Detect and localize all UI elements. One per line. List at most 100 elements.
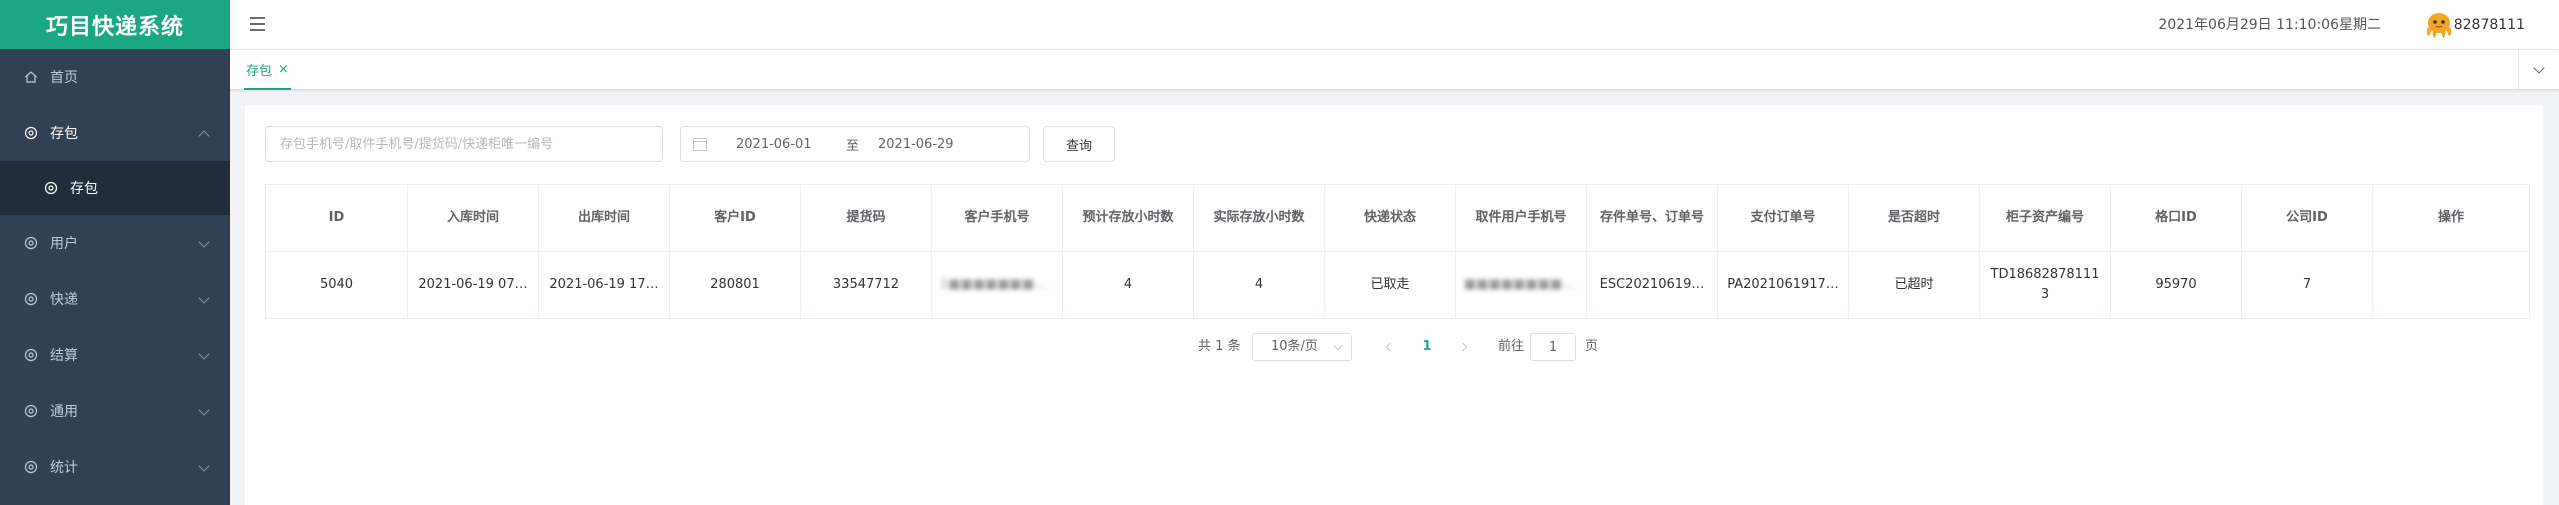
gear-icon	[24, 292, 38, 306]
sidebar-subitem-storage[interactable]: 存包	[0, 161, 230, 215]
column-header: 提货码	[800, 184, 932, 252]
date-end[interactable]: 2021-06-29	[878, 137, 954, 152]
chevron-down-icon	[198, 460, 210, 472]
search-input[interactable]	[265, 126, 663, 162]
table-cell: 2021-06-19 07…	[407, 251, 539, 319]
column-header: 入库时间	[407, 184, 539, 252]
octopus-avatar-icon[interactable]	[2423, 10, 2455, 40]
gear-icon	[44, 181, 58, 195]
table-cell-actions	[2372, 251, 2530, 319]
close-icon[interactable]: ×	[278, 62, 289, 77]
tags-view: 存包 ×	[230, 50, 2559, 90]
table-cell: 33547712	[800, 251, 932, 319]
page-size-value: 10条/页	[1271, 339, 1318, 354]
sidebar-item-label: 存包	[50, 126, 78, 142]
sidebar-item-express[interactable]: 快递	[0, 271, 230, 327]
date-range-picker[interactable]: 2021-06-01 至 2021-06-29	[680, 126, 1030, 162]
column-header: 格口ID	[2110, 184, 2242, 252]
table-cell: ■■■■■■■■■■■	[1455, 251, 1587, 319]
next-page-button[interactable]	[1453, 333, 1473, 361]
column-header: 预计存放小时数	[1062, 184, 1194, 252]
tags-dropdown-button[interactable]	[2518, 50, 2559, 89]
hamburger-menu-icon[interactable]	[250, 17, 265, 31]
date-separator: 至	[846, 138, 860, 154]
column-header: 是否超时	[1848, 184, 1980, 252]
sidebar-item-statistics[interactable]: 统计	[0, 439, 230, 495]
table-cell: 4	[1193, 251, 1325, 319]
sidebar-item-label: 快递	[50, 292, 78, 308]
table-cell: 已取走	[1324, 251, 1456, 319]
gear-icon	[24, 126, 38, 140]
username[interactable]: 82878111	[2454, 0, 2525, 50]
table-cell: 1■■■■■■■■■■	[931, 251, 1063, 319]
goto-page-input[interactable]	[1530, 333, 1576, 361]
table-cell: 已超时	[1848, 251, 1980, 319]
table-cell: 5040	[265, 251, 408, 319]
sidebar-item-label: 统计	[50, 460, 78, 476]
table-cell: TD186828781113	[1979, 251, 2111, 319]
column-header: 存件单号、订单号	[1586, 184, 1718, 252]
sidebar-item-storage[interactable]: 存包	[0, 105, 230, 161]
date-start[interactable]: 2021-06-01	[736, 137, 812, 152]
column-header: 操作	[2372, 184, 2530, 252]
table-cell: 95970	[2110, 251, 2242, 319]
chevron-down-icon	[198, 348, 210, 360]
sidebar: 巧目快递系统 首页 存包 存包 用户 快递 结算 通用 统计	[0, 0, 230, 505]
pagination: 共 1 条 10条/页 1 前往 页	[245, 333, 2543, 361]
main-content: 2021-06-01 至 2021-06-29 查询 ID 入库时间 出库时间 …	[245, 105, 2543, 505]
gear-icon	[24, 348, 38, 362]
app-logo-title: 巧目快递系统	[0, 0, 230, 49]
tag-label: 存包	[246, 63, 273, 79]
column-header: 取件用户手机号	[1455, 184, 1587, 252]
gear-icon	[24, 460, 38, 474]
sidebar-item-label: 通用	[50, 404, 78, 420]
column-header: 客户手机号	[931, 184, 1063, 252]
table-row: 5040 2021-06-19 07… 2021-06-19 17… 28080…	[265, 251, 2530, 319]
sidebar-item-users[interactable]: 用户	[0, 215, 230, 271]
chevron-down-icon	[1333, 341, 1343, 351]
sidebar-item-general[interactable]: 通用	[0, 383, 230, 439]
masked-phone: 1■■■■■■■■■■	[940, 277, 1054, 292]
chevron-down-icon	[198, 404, 210, 416]
masked-phone: ■■■■■■■■■■■	[1464, 277, 1578, 292]
tag-storage[interactable]: 存包 ×	[244, 50, 291, 90]
storage-table: ID 入库时间 出库时间 客户ID 提货码 客户手机号 预计存放小时数 实际存放…	[265, 184, 2530, 319]
prev-page-button[interactable]	[1380, 333, 1400, 361]
chevron-down-icon	[198, 292, 210, 304]
cell-text: 2021-06-19 07…	[418, 277, 528, 292]
cell-text: ESC20210619…	[1599, 277, 1705, 292]
column-header: 实际存放小时数	[1193, 184, 1325, 252]
column-header: 快递状态	[1324, 184, 1456, 252]
page-number-current[interactable]: 1	[1412, 333, 1442, 361]
current-datetime: 2021年06月29日 11:10:06星期二	[2158, 17, 2381, 33]
table-cell: 280801	[669, 251, 801, 319]
chevron-up-icon	[198, 130, 210, 142]
table-cell: ESC20210619…	[1586, 251, 1718, 319]
table-cell: 2021-06-19 17…	[538, 251, 670, 319]
top-navbar: 2021年06月29日 11:10:06星期二 82878111	[230, 0, 2559, 50]
chevron-right-icon	[1458, 342, 1468, 352]
page-unit-label: 页	[1585, 339, 1599, 354]
column-header: 出库时间	[538, 184, 670, 252]
page-size-select[interactable]: 10条/页	[1252, 333, 1352, 361]
chevron-left-icon	[1385, 342, 1395, 352]
query-button[interactable]: 查询	[1043, 126, 1115, 162]
sidebar-item-home[interactable]: 首页	[0, 49, 230, 105]
column-header: 柜子资产编号	[1979, 184, 2111, 252]
gear-icon	[24, 236, 38, 250]
pagination-total: 共 1 条	[1198, 339, 1241, 354]
table-header-row: ID 入库时间 出库时间 客户ID 提货码 客户手机号 预计存放小时数 实际存放…	[265, 184, 2530, 252]
chevron-down-icon	[2533, 61, 2545, 74]
sidebar-item-label: 结算	[50, 348, 78, 364]
column-header: 支付订单号	[1717, 184, 1849, 252]
sidebar-item-label: 用户	[50, 236, 78, 252]
sidebar-item-label: 首页	[50, 70, 78, 86]
goto-label: 前往	[1498, 339, 1525, 354]
table-cell: 4	[1062, 251, 1194, 319]
chevron-down-icon	[198, 236, 210, 248]
home-icon	[24, 70, 38, 84]
gear-icon	[24, 404, 38, 418]
cell-text: PA2021061917…	[1727, 277, 1839, 292]
sidebar-item-settlement[interactable]: 结算	[0, 327, 230, 383]
table-cell: PA2021061917…	[1717, 251, 1849, 319]
